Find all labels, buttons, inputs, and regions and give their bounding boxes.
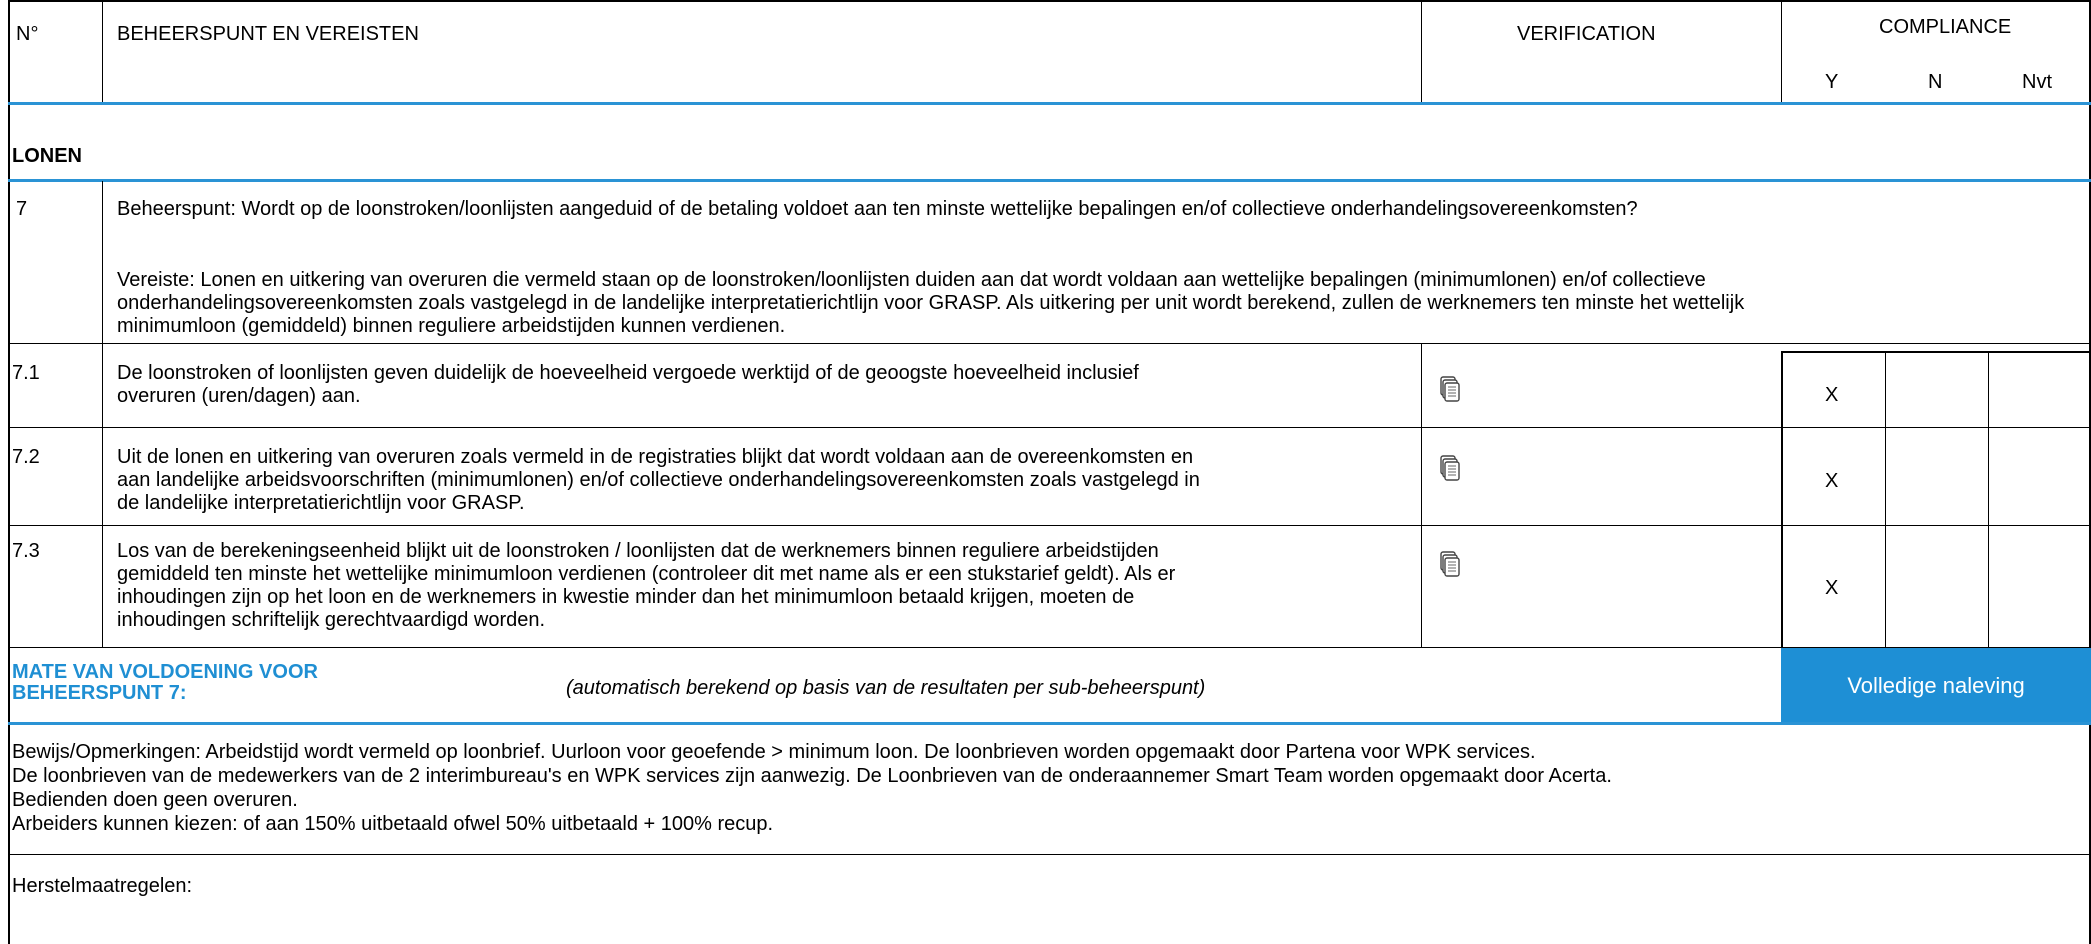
- summary-label-line1: MATE VAN VOLDOENING VOOR: [12, 661, 318, 683]
- sub-divider-num: [102, 343, 103, 648]
- document-stack-icon: [1440, 455, 1460, 481]
- sub-divider-y-left: [1781, 351, 1783, 648]
- table-top-border: [8, 0, 2091, 2]
- subpoint-text-line: Uit de lonen en uitkering van overuren z…: [117, 446, 1194, 468]
- row73-bottom: [8, 647, 2091, 648]
- header-divider-2: [1421, 0, 1422, 103]
- subpoint-text-line: inhoudingen zijn op het loon en de werkn…: [117, 586, 1135, 608]
- header-verification: VERIFICATION: [1517, 23, 1656, 45]
- corrective-measures-label: Herstelmaatregelen:: [12, 875, 193, 897]
- subpoint-number: 7.3: [12, 540, 40, 562]
- row7-divider: [102, 181, 103, 344]
- subpoint-text-line: De loonstroken of loonlijsten geven duid…: [117, 362, 1139, 384]
- summary-top-rule: [8, 722, 2091, 725]
- section-title: LONEN: [12, 145, 82, 167]
- remarks-line: Arbeiders kunnen kiezen: of aan 150% uit…: [12, 813, 774, 835]
- header-requirements: BEHEERSPUNT EN VEREISTEN: [117, 23, 419, 45]
- control-requirement-line: onderhandelingsovereenkomsten zoals vast…: [117, 292, 1745, 314]
- summary-label-line2: BEHEERSPUNT 7:: [12, 682, 187, 704]
- remarks-line: De loonbrieven van de medewerkers van de…: [12, 765, 1612, 787]
- subpoint-text-line: overuren (uren/dagen) aan.: [117, 385, 361, 407]
- subpoint-number: 7.2: [12, 446, 40, 468]
- summary-note: (automatisch berekend op basis van de re…: [566, 677, 1206, 699]
- control-number: 7: [16, 198, 28, 220]
- header-compliance-nvt: Nvt: [2022, 71, 2052, 93]
- subpoint-text-line: Los van de berekeningseenheid blijkt uit…: [117, 540, 1159, 562]
- remarks-line: Bedienden doen geen overuren.: [12, 789, 298, 811]
- header-compliance-n: N: [1928, 71, 1943, 93]
- subpoint-text-line: gemiddeld ten minste het wettelijke mini…: [117, 563, 1176, 585]
- compliance-box-top: [1781, 351, 2091, 353]
- compliance-y-mark: X: [1825, 470, 1839, 492]
- compliance-result: Volledige naleving: [1847, 673, 2025, 698]
- sub-divider-verif: [1421, 343, 1422, 648]
- table-left-border: [8, 0, 10, 944]
- remarks-line: Bewijs/Opmerkingen: Arbeidstijd wordt ve…: [12, 741, 1536, 763]
- row72-bottom: [8, 525, 2091, 526]
- document-stack-icon: [1440, 551, 1460, 577]
- sub-divider-n-nvt: [1988, 351, 1989, 648]
- subpoint-text-line: aan landelijke arbeidsvoorschriften (min…: [117, 469, 1200, 491]
- header-number: N°: [16, 23, 39, 45]
- document-stack-icon: [1440, 376, 1460, 402]
- control-question: Beheerspunt: Wordt op de loonstroken/loo…: [117, 198, 1638, 220]
- header-compliance-y: Y: [1825, 71, 1839, 93]
- compliance-y-mark: X: [1825, 384, 1839, 406]
- subpoint-text-line: inhoudingen schriftelijk gerechtvaardigd…: [117, 609, 546, 631]
- compliance-y-mark: X: [1825, 577, 1839, 599]
- header-divider-1: [102, 0, 103, 103]
- row71-bottom: [8, 427, 2091, 428]
- header-compliance: COMPLIANCE: [1879, 16, 2012, 38]
- subpoint-number: 7.1: [12, 362, 40, 384]
- subpoint-text-line: de landelijke interpretatierichtlijn voo…: [117, 492, 525, 514]
- header-bottom-rule: [8, 102, 2091, 105]
- remarks-bottom: [8, 854, 2091, 855]
- header-divider-3: [1781, 0, 1782, 103]
- section-bottom-rule: [8, 179, 2091, 182]
- control-requirement-line: Vereiste: Lonen en uitkering van overure…: [117, 269, 1706, 291]
- row7-bottom: [8, 343, 2091, 344]
- control-requirement-line: minimumloon (gemiddeld) binnen reguliere…: [117, 315, 786, 337]
- sub-divider-y-n: [1885, 351, 1886, 648]
